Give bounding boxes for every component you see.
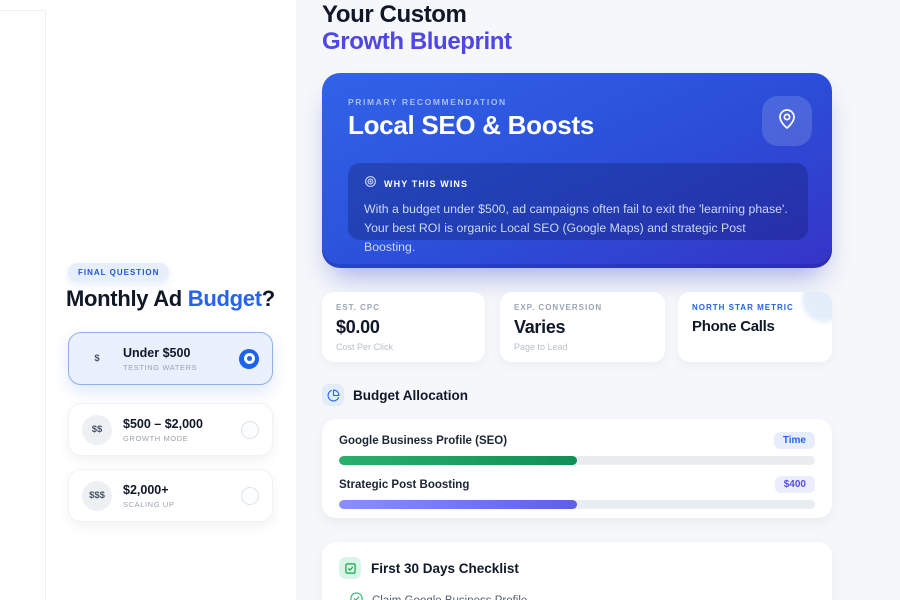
allocation-label: Strategic Post Boosting — [339, 479, 469, 491]
progress-track — [339, 500, 815, 509]
frame-divider-horizontal — [0, 10, 45, 11]
first-30-days-checklist-card: First 30 Days Checklist Claim Google Bus… — [322, 542, 832, 600]
checklist-header: First 30 Days Checklist — [339, 557, 815, 579]
option-sublabel: GROWTH MODE — [123, 434, 203, 443]
page-title-line1: Your Custom — [322, 1, 467, 29]
recommendation-eyebrow: PRIMARY RECOMMENDATION — [348, 97, 507, 107]
allocation-badge: Time — [774, 432, 815, 449]
option-sublabel: SCALING UP — [123, 500, 174, 509]
allocation-row-boosting: Strategic Post Boosting $400 — [339, 476, 815, 509]
progress-fill-boosting — [339, 500, 577, 509]
stat-label: NORTH STAR METRIC — [692, 303, 818, 312]
option-label: $2,000+ — [123, 483, 174, 497]
budget-option-2000-plus[interactable]: $$$ $2,000+ SCALING UP — [68, 469, 273, 522]
stat-card-cpc: EST. CPC $0.00 Cost Per Click — [322, 292, 485, 362]
option-label: $500 – $2,000 — [123, 417, 203, 431]
why-this-wins-text: With a budget under $500, ad campaigns o… — [364, 200, 792, 257]
radio-unselected[interactable] — [241, 421, 259, 439]
target-icon — [364, 175, 377, 193]
stat-card-north-star: NORTH STAR METRIC Phone Calls — [678, 292, 832, 362]
dollar-dollar-dollar-icon: $$$ — [82, 481, 112, 511]
final-question-badge: FINAL QUESTION — [68, 263, 169, 282]
option-text: $2,000+ SCALING UP — [123, 483, 174, 509]
stat-card-conversion: EXP. CONVERSION Varies Page to Lead — [500, 292, 665, 362]
pie-chart-icon — [322, 384, 344, 406]
question-prefix: Monthly Ad — [66, 286, 188, 311]
stat-label: EXP. CONVERSION — [514, 303, 651, 312]
stat-value: Varies — [514, 317, 651, 338]
app-window: FINAL QUESTION Monthly Ad Budget? $ Unde… — [0, 0, 900, 600]
radio-selected[interactable] — [239, 349, 259, 369]
allocation-badge: $400 — [775, 476, 815, 493]
progress-track — [339, 456, 815, 465]
question-suffix: ? — [262, 286, 275, 311]
checklist-item[interactable]: Claim Google Business Profile — [349, 591, 815, 600]
why-this-wins-panel: WHY THIS WINS With a budget under $500, … — [348, 163, 808, 240]
stat-label: EST. CPC — [336, 303, 471, 312]
progress-fill-seo — [339, 456, 577, 465]
location-pin-button[interactable] — [762, 96, 812, 146]
checklist-item-label: Claim Google Business Profile — [372, 595, 527, 600]
primary-recommendation-card: PRIMARY RECOMMENDATION Local SEO & Boost… — [322, 73, 832, 268]
dollar-icon: $ — [82, 344, 112, 374]
allocation-row-seo: Google Business Profile (SEO) Time — [339, 432, 815, 465]
question-title: Monthly Ad Budget? — [66, 286, 275, 312]
option-text: Under $500 TESTING WATERS — [123, 346, 197, 372]
check-square-icon — [339, 557, 361, 579]
budget-allocation-title: Budget Allocation — [353, 388, 468, 403]
recommendation-title: Local SEO & Boosts — [348, 110, 594, 141]
budget-allocation-card: Google Business Profile (SEO) Time Strat… — [322, 419, 832, 518]
location-pin-icon — [775, 107, 799, 136]
dollar-dollar-icon: $$ — [82, 415, 112, 445]
why-this-wins-header: WHY THIS WINS — [364, 175, 792, 193]
checklist-title: First 30 Days Checklist — [371, 561, 519, 576]
option-sublabel: TESTING WATERS — [123, 363, 197, 372]
page-title-line2: Growth Blueprint — [322, 28, 512, 56]
budget-option-under-500[interactable]: $ Under $500 TESTING WATERS — [68, 332, 273, 385]
radio-unselected[interactable] — [241, 487, 259, 505]
option-text: $500 – $2,000 GROWTH MODE — [123, 417, 203, 443]
question-panel: FINAL QUESTION Monthly Ad Budget? $ Unde… — [46, 10, 295, 600]
circle-check-icon — [349, 591, 364, 600]
stat-value: $0.00 — [336, 317, 471, 338]
allocation-label: Google Business Profile (SEO) — [339, 435, 507, 447]
budget-allocation-header: Budget Allocation — [322, 384, 468, 406]
stat-sublabel: Cost Per Click — [336, 342, 471, 352]
budget-option-500-2000[interactable]: $$ $500 – $2,000 GROWTH MODE — [68, 403, 273, 456]
stat-value: Phone Calls — [692, 318, 818, 335]
question-highlight: Budget — [188, 286, 262, 311]
why-this-wins-label: WHY THIS WINS — [384, 179, 468, 189]
stat-sublabel: Page to Lead — [514, 342, 651, 352]
option-label: Under $500 — [123, 346, 197, 360]
